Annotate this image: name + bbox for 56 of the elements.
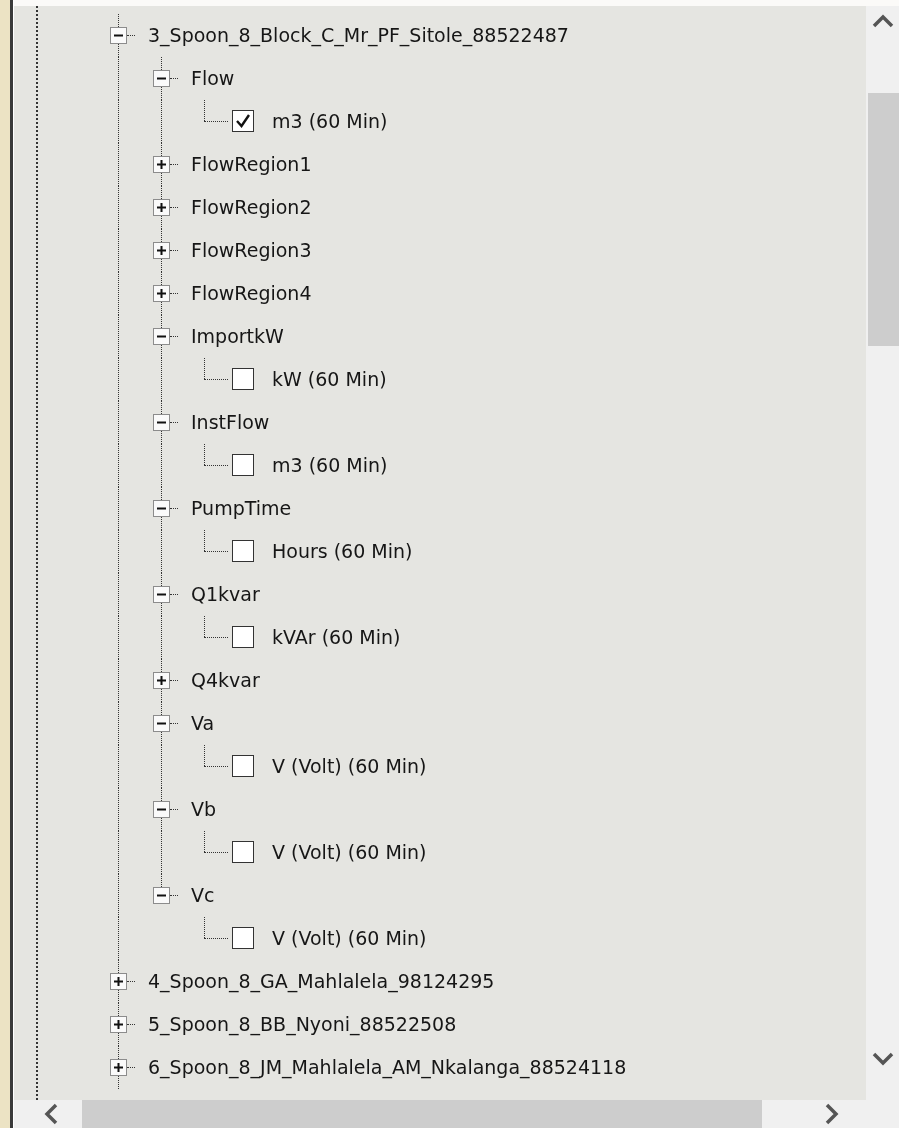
checkbox[interactable] xyxy=(232,841,254,863)
expander-toggle[interactable] xyxy=(110,1016,127,1033)
tree-node-label[interactable]: PumpTime xyxy=(191,497,292,520)
tree-node-label[interactable]: FlowRegion4 xyxy=(191,282,312,305)
tree-node-label[interactable]: V (Volt) (60 Min) xyxy=(272,927,427,950)
tree-node-label[interactable]: V (Volt) (60 Min) xyxy=(272,755,427,778)
checkbox[interactable] xyxy=(232,454,254,476)
checkbox[interactable] xyxy=(232,540,254,562)
expander-toggle[interactable] xyxy=(110,27,127,44)
checkbox[interactable] xyxy=(232,110,254,132)
checkbox[interactable] xyxy=(232,626,254,648)
checkbox[interactable] xyxy=(232,927,254,949)
tree-node-label[interactable]: InstFlow xyxy=(191,411,270,434)
tree-node-label[interactable]: Hours (60 Min) xyxy=(272,540,413,563)
tree-node-label[interactable]: Q1kvar xyxy=(191,583,260,606)
expander-toggle[interactable] xyxy=(153,672,170,689)
scroll-left-icon[interactable] xyxy=(44,1102,58,1126)
scrollbar-thumb[interactable] xyxy=(868,93,899,346)
expander-toggle[interactable] xyxy=(153,242,170,259)
scrollbar-thumb[interactable] xyxy=(82,1100,762,1128)
tree-node-label[interactable]: m3 (60 Min) xyxy=(272,454,388,477)
expander-toggle[interactable] xyxy=(153,285,170,302)
tree-node-label[interactable]: 4_Spoon_8_GA_Mahlalela_98124295 xyxy=(148,970,495,993)
tree-node-label[interactable]: FlowRegion3 xyxy=(191,239,312,262)
checkbox[interactable] xyxy=(232,368,254,390)
expander-toggle[interactable] xyxy=(153,715,170,732)
tree-node-label[interactable]: 5_Spoon_8_BB_Nyoni_88522508 xyxy=(148,1013,457,1036)
checkbox[interactable] xyxy=(232,755,254,777)
tree-node-label[interactable]: 3_Spoon_8_Block_C_Mr_PF_Sitole_88522487 xyxy=(148,24,569,47)
expander-toggle[interactable] xyxy=(110,1059,127,1076)
scroll-up-icon[interactable] xyxy=(870,14,895,28)
expander-toggle[interactable] xyxy=(153,586,170,603)
expander-toggle[interactable] xyxy=(153,328,170,345)
tree-node-label[interactable]: V (Volt) (60 Min) xyxy=(272,841,427,864)
tree-node-label[interactable]: Va xyxy=(191,712,215,735)
tree-node-label[interactable]: Q4kvar xyxy=(191,669,260,692)
scroll-down-icon[interactable] xyxy=(870,1052,895,1066)
expander-toggle[interactable] xyxy=(153,199,170,216)
tree-node-label[interactable]: Vc xyxy=(191,884,215,907)
tree-node-label[interactable]: kVAr (60 Min) xyxy=(272,626,401,649)
tree-node-label[interactable]: ImportkW xyxy=(191,325,284,348)
expander-toggle[interactable] xyxy=(153,887,170,904)
tree-node-label[interactable]: m3 (60 Min) xyxy=(272,110,388,133)
tree-node-label[interactable]: kW (60 Min) xyxy=(272,368,387,391)
expander-toggle[interactable] xyxy=(153,414,170,431)
expander-toggle[interactable] xyxy=(153,156,170,173)
expander-toggle[interactable] xyxy=(153,801,170,818)
tree-node-label[interactable]: FlowRegion1 xyxy=(191,153,312,176)
tree-node-label[interactable]: FlowRegion2 xyxy=(191,196,312,219)
expander-toggle[interactable] xyxy=(110,973,127,990)
tree-node-label[interactable]: 6_Spoon_8_JM_Mahlalela_AM_Nkalanga_88524118 xyxy=(148,1056,627,1079)
expander-toggle[interactable] xyxy=(153,70,170,87)
tree-node-label[interactable]: Vb xyxy=(191,798,217,821)
expander-toggle[interactable] xyxy=(153,500,170,517)
scroll-right-icon[interactable] xyxy=(825,1102,839,1126)
tree-node-label[interactable]: Flow xyxy=(191,67,235,90)
